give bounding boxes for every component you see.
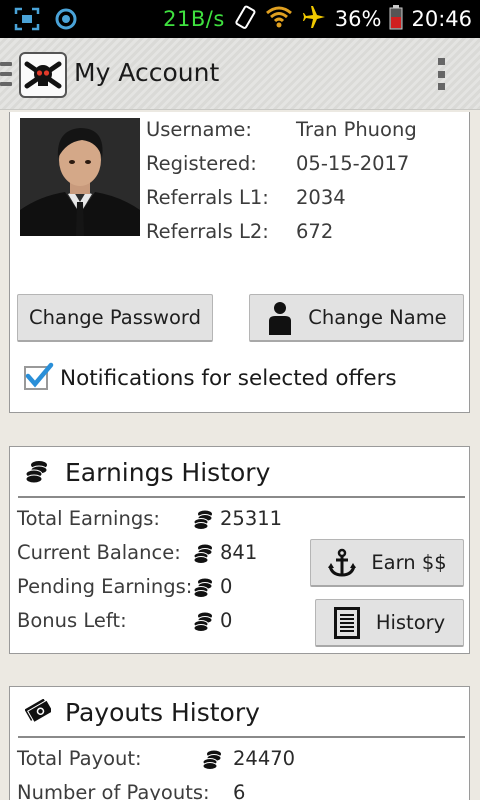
action-bar: My Account xyxy=(0,38,480,110)
earnings-header: Earnings History xyxy=(18,447,465,498)
earnings-card: Earnings History Total Earnings: 25311 C… xyxy=(9,446,470,654)
overflow-menu-icon[interactable] xyxy=(438,58,446,90)
sync-icon xyxy=(54,7,78,35)
coins-icon xyxy=(25,459,49,489)
referrals-l2-value: 672 xyxy=(296,220,334,243)
current-balance-label: Current Balance: xyxy=(17,541,181,564)
coin-icon xyxy=(193,577,213,603)
username-label: Username: xyxy=(146,118,252,141)
profile-card: Username: Tran Phuong Registered: 05-15-… xyxy=(9,112,470,413)
earnings-title: Earnings History xyxy=(65,458,271,487)
pending-earnings-label: Pending Earnings: xyxy=(17,575,193,598)
money-bills-icon xyxy=(24,698,54,727)
total-earnings-label: Total Earnings: xyxy=(17,507,160,530)
battery-percent: 36% xyxy=(334,7,382,31)
registered-value: 05-15-2017 xyxy=(296,152,410,175)
document-list-icon xyxy=(333,606,360,639)
change-name-label: Change Name xyxy=(308,306,447,329)
app-logo[interactable] xyxy=(19,52,67,98)
clock: 20:46 xyxy=(411,7,472,31)
coin-icon xyxy=(193,509,213,535)
change-password-button[interactable]: Change Password xyxy=(17,294,213,342)
coin-icon xyxy=(202,749,222,775)
total-payout-value: 24470 xyxy=(233,747,296,770)
referrals-l1-value: 2034 xyxy=(296,186,346,209)
wifi-icon xyxy=(265,5,293,33)
profile-avatar xyxy=(20,118,140,236)
change-password-label: Change Password xyxy=(29,306,201,329)
pending-earnings-value: 0 xyxy=(220,575,233,598)
notifications-label: Notifications for selected offers xyxy=(60,366,397,391)
coin-icon xyxy=(193,543,213,569)
number-of-payouts-label: Number of Payouts: xyxy=(17,781,210,800)
history-button-label: History xyxy=(375,611,446,634)
total-earnings-value: 25311 xyxy=(220,507,283,530)
notifications-checkbox[interactable] xyxy=(24,362,54,390)
phone-vibrate-icon xyxy=(233,4,257,34)
page-title: My Account xyxy=(74,58,220,87)
history-button[interactable]: History xyxy=(315,599,464,647)
username-value: Tran Phuong xyxy=(296,118,417,141)
person-icon xyxy=(266,301,294,335)
referrals-l2-label: Referrals L2: xyxy=(146,220,269,243)
bonus-left-value: 0 xyxy=(220,609,233,632)
total-payout-label: Total Payout: xyxy=(17,747,142,770)
screenshot-icon xyxy=(14,7,40,35)
battery-icon xyxy=(389,4,403,34)
payouts-card: Payouts History Total Payout: 24470 Numb… xyxy=(9,686,470,800)
payouts-title: Payouts History xyxy=(65,698,260,727)
current-balance-value: 841 xyxy=(220,541,258,564)
drawer-indicator-icon[interactable] xyxy=(0,62,12,86)
bonus-left-label: Bonus Left: xyxy=(17,609,127,632)
skull-crossbones-icon xyxy=(24,61,62,89)
earn-button[interactable]: Earn $$ xyxy=(310,539,464,587)
airplane-mode-icon xyxy=(301,4,327,34)
status-bar: 21B/s 36% 20:46 xyxy=(0,0,480,38)
anchor-icon xyxy=(327,548,357,578)
network-speed: 21B/s xyxy=(163,7,225,31)
referrals-l1-label: Referrals L1: xyxy=(146,186,269,209)
earn-button-label: Earn $$ xyxy=(371,551,447,574)
registered-label: Registered: xyxy=(146,152,257,175)
checkmark-icon xyxy=(25,362,54,388)
coin-icon xyxy=(193,611,213,637)
payouts-header: Payouts History xyxy=(18,687,465,738)
change-name-button[interactable]: Change Name xyxy=(249,294,464,342)
number-of-payouts-value: 6 xyxy=(233,781,246,800)
